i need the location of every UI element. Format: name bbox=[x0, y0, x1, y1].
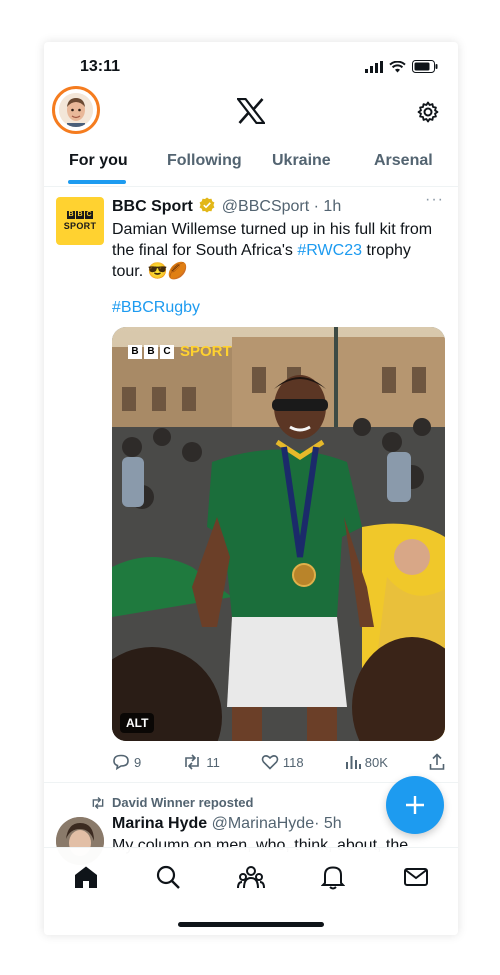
reply-button[interactable]: 9 bbox=[112, 753, 141, 771]
tab-following[interactable]: Following bbox=[167, 152, 242, 170]
views-button[interactable]: 80K bbox=[345, 754, 388, 770]
like-button[interactable]: 118 bbox=[261, 753, 304, 771]
tweet-author[interactable]: Marina Hyde bbox=[112, 815, 207, 832]
tweet-author[interactable]: BBC Sport bbox=[112, 198, 193, 215]
signal-icon bbox=[365, 60, 383, 73]
hashtag-link[interactable]: #RWC23 bbox=[297, 242, 362, 259]
tab-arsenal[interactable]: Arsenal bbox=[374, 152, 433, 170]
tweet-text: Damian Willemse turned up in his full ki… bbox=[112, 219, 442, 282]
memoji-icon bbox=[59, 93, 93, 127]
tweet-time: · 1h bbox=[313, 198, 342, 215]
repost-icon bbox=[185, 754, 200, 770]
reply-icon bbox=[113, 754, 129, 771]
avatar bbox=[59, 93, 93, 127]
view-count: 80K bbox=[364, 754, 388, 770]
active-tab-indicator bbox=[68, 180, 126, 184]
repost-count: 11 bbox=[206, 754, 220, 770]
bell-icon[interactable] bbox=[321, 864, 345, 890]
reply-count: 9 bbox=[134, 754, 142, 770]
verified-badge-icon bbox=[199, 197, 215, 213]
search-icon[interactable] bbox=[155, 864, 181, 890]
like-count: 118 bbox=[282, 754, 304, 770]
hashtag-link[interactable]: #BBCRugby bbox=[112, 299, 200, 317]
repost-icon bbox=[92, 796, 104, 809]
bbc-sport-avatar[interactable]: BBC SPORT bbox=[56, 197, 104, 245]
tweet-handle[interactable]: @BBCSport bbox=[222, 198, 309, 215]
home-icon[interactable] bbox=[73, 864, 99, 890]
repost-button[interactable]: 11 bbox=[182, 753, 220, 771]
app-header bbox=[44, 86, 458, 138]
home-indicator[interactable] bbox=[178, 922, 324, 927]
repost-context: David Winner reposted bbox=[90, 795, 253, 810]
bbc-logo-icon: BBC bbox=[67, 211, 93, 219]
plus-icon bbox=[406, 796, 424, 814]
tweet[interactable]: BBC SPORT BBC Sport @BBCSport · 1h ··· D… bbox=[44, 187, 458, 783]
rugby-player-photo bbox=[112, 327, 445, 741]
bbc-sport-watermark: BBC SPORT bbox=[128, 343, 232, 360]
status-icons bbox=[365, 60, 438, 73]
compose-button[interactable] bbox=[386, 776, 444, 834]
battery-icon bbox=[412, 60, 438, 73]
tweet-photo[interactable]: BBC SPORT ALT bbox=[112, 327, 445, 741]
reposted-by-label[interactable]: David Winner reposted bbox=[112, 795, 253, 810]
tweet-header: BBC Sport @BBCSport · 1h bbox=[112, 197, 341, 216]
communities-icon[interactable] bbox=[237, 864, 265, 890]
share-icon bbox=[429, 753, 445, 770]
alt-text-badge[interactable]: ALT bbox=[120, 713, 155, 733]
wifi-icon bbox=[389, 60, 406, 72]
status-time: 13:11 bbox=[80, 58, 121, 75]
gear-icon[interactable] bbox=[416, 100, 440, 124]
watermark-text: SPORT bbox=[180, 343, 232, 360]
phone-screen: 13:11 For you Following Ukraine Arsenal … bbox=[44, 42, 458, 935]
tweet-handle[interactable]: @MarinaHyde bbox=[212, 815, 315, 832]
more-options-icon[interactable]: ··· bbox=[425, 191, 444, 209]
heart-icon bbox=[261, 755, 279, 770]
views-chart-icon bbox=[345, 756, 361, 769]
tab-ukraine[interactable]: Ukraine bbox=[272, 152, 331, 170]
tweet-time: · 5h bbox=[314, 815, 342, 832]
sport-wordmark: SPORT bbox=[63, 221, 97, 231]
timeline-tabs: For you Following Ukraine Arsenal bbox=[44, 142, 458, 187]
share-button[interactable] bbox=[429, 753, 445, 771]
status-bar: 13:11 bbox=[44, 42, 458, 88]
tweet-actions: 9 11 118 80K bbox=[112, 751, 445, 773]
tab-for-you[interactable]: For you bbox=[69, 152, 128, 170]
tweet-header: Marina Hyde @MarinaHyde· 5h bbox=[112, 815, 342, 833]
bottom-nav bbox=[44, 847, 458, 935]
x-logo-icon[interactable] bbox=[237, 98, 265, 124]
profile-avatar-button[interactable] bbox=[52, 86, 100, 134]
mail-icon[interactable] bbox=[403, 864, 429, 890]
